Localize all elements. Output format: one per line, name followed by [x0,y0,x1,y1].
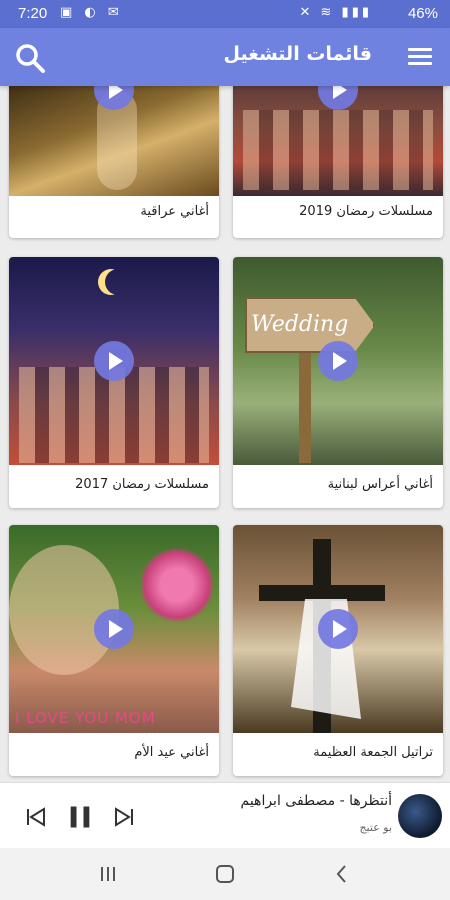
play-icon[interactable] [318,341,358,381]
play-icon[interactable] [318,609,358,649]
play-icon[interactable] [318,86,358,110]
playlist-grid[interactable]: أغاني عراقية مسلسلات رمضان 2019 مسلسلات … [0,86,450,782]
battery-level: 46% [407,5,438,22]
menu-icon[interactable] [406,44,434,72]
play-icon[interactable] [94,341,134,381]
recents-icon[interactable] [96,862,120,886]
playlist-title: أغاني أعراس لبنانية [327,477,433,492]
status-time: 7:20 [18,5,48,22]
playlist-card-iraqi-songs[interactable]: أغاني عراقية [9,86,219,238]
next-icon[interactable] [112,805,136,829]
playlist-card-ramadan-2017[interactable]: مسلسلات رمضان 2017 [9,257,219,508]
playlist-title: مسلسلات رمضان 2019 [299,204,433,219]
playlist-title: مسلسلات رمضان 2017 [75,477,209,492]
playlist-card-mothers-day[interactable]: I LOVE YOU MOM أغاني عيد الأم [9,525,219,776]
pause-icon[interactable] [66,803,94,831]
now-playing-subtitle: بو عتبج [359,821,392,834]
playlist-thumbnail [9,257,219,465]
now-playing-title: أنتظرها - مصطفى ابراهيم [240,793,392,809]
wedding-sign-text: Wedding [251,312,349,337]
notification-icons: ▣ ◐ ✉ [60,5,123,20]
mini-player[interactable]: أنتظرها - مصطفى ابراهيم بو عتبج [0,782,450,848]
page-title: قائمات التشغيل [223,43,372,65]
home-icon[interactable] [213,862,237,886]
back-icon[interactable] [330,862,354,886]
playlist-thumbnail [233,525,443,733]
system-icons: ✕ ≋ ▮▮▮ [299,5,372,20]
search-icon[interactable] [14,42,46,74]
play-icon[interactable] [94,609,134,649]
app-bar: قائمات التشغيل [0,28,450,86]
mom-caption-text: I LOVE YOU MOM [15,709,156,727]
playlist-title: تراتيل الجمعة العظيمة [313,745,433,760]
playlist-card-good-friday-hymns[interactable]: تراتيل الجمعة العظيمة [233,525,443,776]
previous-icon[interactable] [24,805,48,829]
playlist-card-lebanese-weddings[interactable]: Wedding أغاني أعراس لبنانية [233,257,443,508]
playlist-thumbnail: Wedding [233,257,443,465]
playlist-thumbnail: I LOVE YOU MOM [9,525,219,733]
playlist-title: أغاني عراقية [140,204,209,219]
status-bar: 7:20 ▣ ◐ ✉ ✕ ≋ ▮▮▮ 46% [0,0,450,28]
system-nav-bar [0,848,450,900]
playlist-title: أغاني عيد الأم [134,745,209,760]
playlist-card-ramadan-2019[interactable]: مسلسلات رمضان 2019 [233,86,443,238]
playlist-thumbnail [233,86,443,196]
now-playing-artwork[interactable] [398,794,442,838]
playlist-thumbnail [9,86,219,196]
